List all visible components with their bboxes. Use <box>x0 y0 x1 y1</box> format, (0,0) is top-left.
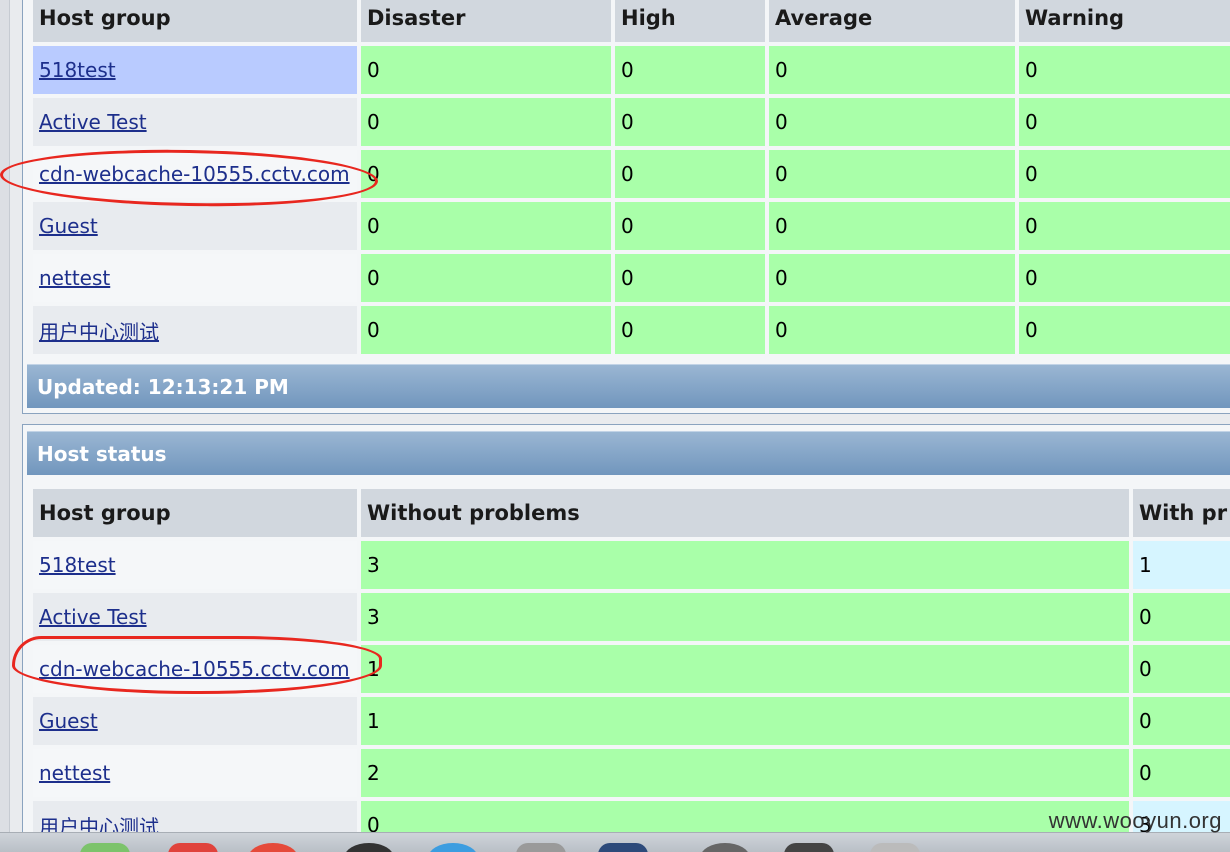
with-problems-count: 0 <box>1133 749 1230 797</box>
dock-app-icon[interactable] <box>428 843 478 852</box>
average-count: 0 <box>769 254 1015 302</box>
host-group-link[interactable]: 518test <box>39 553 116 577</box>
updated-footer: Updated: 12:13:21 PM <box>27 364 1230 408</box>
with-problems-count: 0 <box>1133 593 1230 641</box>
high-count: 0 <box>615 46 765 94</box>
warning-count: 0 <box>1019 150 1230 198</box>
warning-count: 0 <box>1019 98 1230 146</box>
watermark: www.wooyun.org <box>1048 808 1222 833</box>
col-average[interactable]: Average <box>769 0 1015 42</box>
high-count: 0 <box>615 202 765 250</box>
average-count: 0 <box>769 306 1015 354</box>
col-with-problems[interactable]: With pr <box>1133 489 1230 537</box>
host-group-link[interactable]: Active Test <box>39 605 147 629</box>
dock-app-icon[interactable] <box>598 843 648 852</box>
average-count: 0 <box>769 150 1015 198</box>
average-count: 0 <box>769 98 1015 146</box>
without-problems-count: 1 <box>361 697 1129 745</box>
dock-app-icon[interactable] <box>344 843 394 852</box>
without-problems-count: 3 <box>361 593 1129 641</box>
host-group-link[interactable]: Guest <box>39 709 98 733</box>
warning-count: 0 <box>1019 306 1230 354</box>
dock-app-icon[interactable] <box>784 843 834 852</box>
high-count: 0 <box>615 306 765 354</box>
dock-app-icon[interactable] <box>168 843 218 852</box>
host-group-link[interactable]: nettest <box>39 761 110 785</box>
disaster-count: 0 <box>361 306 611 354</box>
host-group-link[interactable]: cdn-webcache-10555.cctv.com <box>39 162 350 186</box>
host-group-link[interactable]: 用户中心测试 <box>39 316 159 345</box>
host-group-link[interactable]: nettest <box>39 266 110 290</box>
disaster-count: 0 <box>361 98 611 146</box>
dock-app-icon[interactable] <box>80 843 130 852</box>
high-count: 0 <box>615 150 765 198</box>
without-problems-count: 2 <box>361 749 1129 797</box>
with-problems-count: 0 <box>1133 645 1230 693</box>
average-count: 0 <box>769 202 1015 250</box>
dock-app-icon[interactable] <box>700 843 750 852</box>
disaster-count: 0 <box>361 254 611 302</box>
col-disaster[interactable]: Disaster <box>361 0 611 42</box>
host-status-title: Host status <box>27 431 1230 475</box>
warning-count: 0 <box>1019 254 1230 302</box>
host-group-link[interactable]: cdn-webcache-10555.cctv.com <box>39 657 350 681</box>
warning-count: 0 <box>1019 46 1230 94</box>
disaster-count: 0 <box>361 46 611 94</box>
host-group-link[interactable]: Guest <box>39 214 98 238</box>
with-problems-count: 0 <box>1133 697 1230 745</box>
disaster-count: 0 <box>361 150 611 198</box>
trigger-summary-panel: Host group Disaster High Average Warning… <box>22 0 1230 414</box>
dock-app-icon[interactable] <box>516 843 566 852</box>
high-count: 0 <box>615 98 765 146</box>
with-problems-count: 1 <box>1133 541 1230 589</box>
average-count: 0 <box>769 46 1015 94</box>
host-status-panel: Host status Host group Without problems … <box>22 424 1230 852</box>
dock <box>0 832 1230 852</box>
dock-app-icon[interactable] <box>870 843 920 852</box>
host-group-link[interactable]: 518test <box>39 58 116 82</box>
col-high[interactable]: High <box>615 0 765 42</box>
high-count: 0 <box>615 254 765 302</box>
dock-app-icon[interactable] <box>248 843 298 852</box>
warning-count: 0 <box>1019 202 1230 250</box>
col-without-problems[interactable]: Without problems <box>361 489 1129 537</box>
disaster-count: 0 <box>361 202 611 250</box>
col-host-group[interactable]: Host group <box>33 0 357 42</box>
col-host-group[interactable]: Host group <box>33 489 357 537</box>
col-warning[interactable]: Warning <box>1019 0 1230 42</box>
without-problems-count: 3 <box>361 541 1129 589</box>
host-group-link[interactable]: Active Test <box>39 110 147 134</box>
without-problems-count: 1 <box>361 645 1129 693</box>
page-left-edge <box>0 0 10 852</box>
